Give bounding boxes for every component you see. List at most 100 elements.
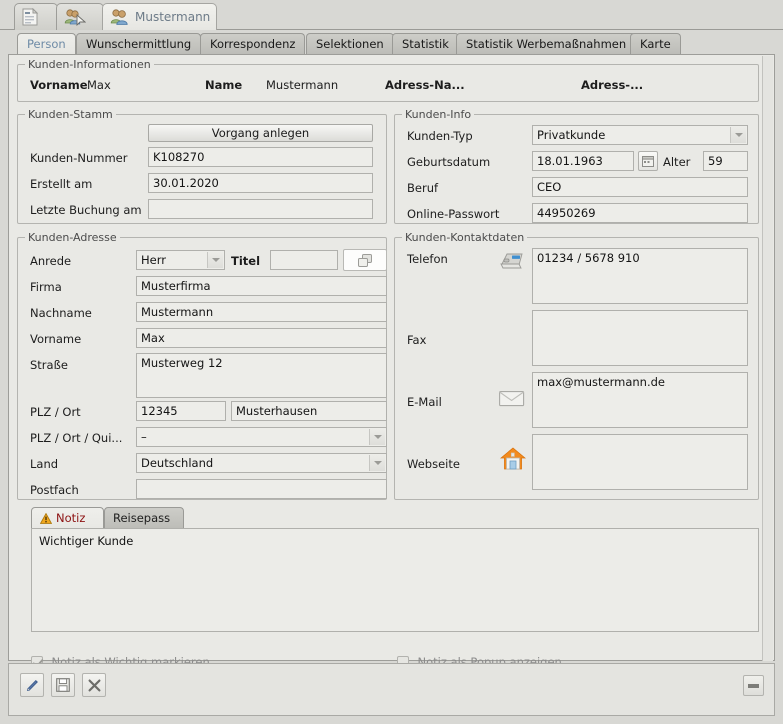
alter-field[interactable]: 59 [703, 151, 748, 171]
vorgang-anlegen-button[interactable]: Vorgang anlegen [148, 124, 373, 142]
tab-selektionen[interactable]: Selektionen [306, 33, 394, 54]
webseite-field[interactable] [532, 434, 748, 490]
label-webseite: Webseite [407, 457, 460, 471]
bottom-toolbar [8, 663, 775, 716]
floppy-disk-icon [56, 678, 70, 692]
plz-field[interactable]: 12345 [136, 401, 226, 421]
notiz-tab-reisepass[interactable]: Reisepass [104, 507, 184, 528]
collapse-button[interactable] [743, 675, 764, 696]
copy-address-button[interactable] [343, 249, 387, 271]
vorname-field[interactable]: Max [136, 328, 387, 348]
group-title-kunden-adresse: Kunden-Adresse [25, 231, 120, 244]
tab-statistik[interactable]: Statistik [392, 33, 459, 54]
anrede-value: Herr [141, 253, 166, 267]
chevron-down-icon[interactable] [730, 127, 746, 143]
nachname-field[interactable]: Mustermann [136, 302, 387, 322]
ort-field[interactable]: Musterhausen [231, 401, 387, 421]
label-alter: Alter [663, 155, 691, 169]
application-window: Mustermann Person Wunschermittlung Korre… [0, 0, 783, 724]
edit-button[interactable] [20, 673, 44, 697]
strasse-field[interactable]: Musterweg 12 [136, 353, 387, 398]
group-kunden-info: Kunden-Info Kunden-Typ Privatkunde Gebur… [394, 108, 759, 224]
tab-karte[interactable]: Karte [630, 33, 681, 54]
minimize-icon [748, 683, 759, 688]
label-fax: Fax [407, 333, 427, 347]
tab-person[interactable]: Person [17, 33, 76, 54]
erstellt-am-field[interactable]: 30.01.2020 [148, 173, 373, 193]
tab-korrespondenz[interactable]: Korrespondenz [200, 33, 306, 54]
group-title-kunden-informationen: Kunden-Informationen [25, 58, 154, 71]
tab-bar: Person Wunschermittlung Korrespondenz Se… [8, 33, 775, 55]
label-kunden-typ: Kunden-Typ [407, 129, 473, 143]
calendar-picker-button[interactable] [638, 151, 658, 171]
document-icon [22, 8, 39, 26]
pencil-icon [25, 678, 40, 693]
window-tab-customer-search[interactable] [56, 3, 104, 30]
fax-field[interactable] [532, 310, 748, 366]
envelope-icon [499, 390, 525, 407]
notiz-textarea[interactable]: Wichtiger Kunde [31, 528, 759, 632]
notiz-tab-notiz[interactable]: Notiz [31, 507, 104, 528]
label-kunden-nummer: Kunden-Nummer [30, 151, 128, 165]
online-passwort-field[interactable]: 44950269 [532, 203, 748, 223]
plz-ort-qui-value: – [141, 430, 147, 444]
plz-ort-qui-select[interactable]: – [136, 427, 387, 447]
label-plz-ort-qui: PLZ / Ort / Qui... [30, 431, 123, 445]
label-email: E-Mail [407, 395, 442, 409]
window-tab-document[interactable] [14, 3, 58, 30]
label-online-passwort: Online-Passwort [407, 207, 500, 221]
warning-icon [40, 512, 52, 524]
postfach-field[interactable] [136, 479, 387, 499]
label-vorname-info: Vorname [30, 78, 88, 92]
panel-scrollbar[interactable] [762, 56, 773, 661]
group-kunden-adresse: Kunden-Adresse Anrede Herr Titel Firma M… [17, 231, 387, 500]
delete-button[interactable] [82, 673, 106, 697]
land-select[interactable]: Deutschland [136, 453, 387, 473]
label-strasse: Straße [30, 358, 68, 372]
kunden-nummer-field[interactable]: K108270 [148, 147, 373, 167]
group-title-kunden-stamm: Kunden-Stamm [25, 108, 116, 121]
land-value: Deutschland [141, 456, 214, 470]
label-land: Land [30, 457, 59, 471]
geburtsdatum-field[interactable]: 18.01.1963 [532, 151, 634, 171]
label-adress-info: Adress-... [581, 78, 644, 92]
anrede-select[interactable]: Herr [136, 250, 225, 270]
tab-statistik-werbemassnahmen[interactable]: Statistik Werbemaßnahmen [456, 33, 637, 54]
telefon-field[interactable]: 01234 / 5678 910 [532, 248, 748, 304]
save-button[interactable] [51, 673, 75, 697]
titel-field[interactable] [270, 250, 338, 270]
label-nachname: Nachname [30, 306, 92, 320]
group-kunden-kontaktdaten: Kunden-Kontaktdaten Telefon 01234 / 5678… [394, 231, 759, 500]
close-x-icon [88, 679, 101, 692]
chevron-down-icon[interactable] [369, 455, 385, 471]
label-vorname-adresse: Vorname [30, 332, 82, 346]
kunden-typ-select[interactable]: Privatkunde [532, 125, 748, 145]
group-kunden-stamm: Kunden-Stamm Vorgang anlegen Kunden-Numm… [17, 108, 387, 224]
label-firma: Firma [30, 280, 62, 294]
group-title-kunden-info: Kunden-Info [402, 108, 475, 121]
letzte-buchung-field[interactable] [148, 199, 373, 219]
label-name-info: Name [205, 78, 243, 92]
value-name-info: Mustermann [266, 78, 339, 92]
label-telefon: Telefon [407, 252, 448, 266]
beruf-field[interactable]: CEO [532, 177, 748, 197]
calendar-icon [642, 155, 654, 167]
label-beruf: Beruf [407, 181, 439, 195]
notiz-tab-reisepass-label: Reisepass [113, 511, 171, 525]
tab-wunschermittlung[interactable]: Wunschermittlung [76, 33, 202, 54]
firma-field[interactable]: Musterfirma [136, 276, 387, 296]
person-panel: Kunden-Informationen Vorname Max Name Mu… [8, 54, 775, 669]
users-search-icon [64, 8, 86, 26]
kunden-typ-value: Privatkunde [537, 128, 606, 142]
label-anrede: Anrede [30, 254, 72, 268]
chevron-down-icon[interactable] [207, 252, 223, 268]
window-tab-customer-label: Mustermann [135, 10, 211, 24]
label-erstellt-am: Erstellt am [30, 177, 93, 191]
email-field[interactable]: max@mustermann.de [532, 372, 748, 428]
window-tab-customer[interactable]: Mustermann [102, 3, 217, 30]
group-title-kunden-kontaktdaten: Kunden-Kontaktdaten [402, 231, 528, 244]
chevron-down-icon[interactable] [369, 429, 385, 445]
home-icon [500, 447, 526, 471]
label-postfach: Postfach [30, 483, 79, 497]
label-adress-na-info: Adress-Na... [385, 78, 465, 92]
